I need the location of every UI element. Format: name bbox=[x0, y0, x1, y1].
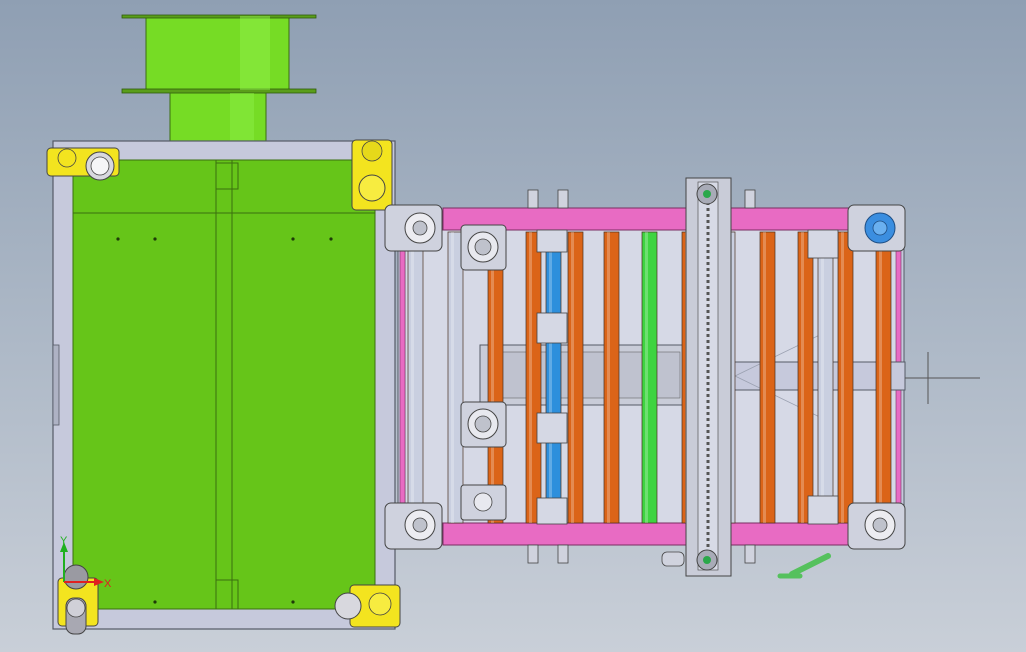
machine-drawing: Y X bbox=[46, 14, 980, 635]
roller-highlight bbox=[529, 232, 532, 523]
roller-orange bbox=[487, 231, 504, 524]
roller-gray bbox=[817, 231, 834, 524]
roller-orange bbox=[759, 231, 776, 524]
roller-orange bbox=[797, 231, 814, 524]
roller-orange bbox=[875, 231, 892, 524]
roller-highlight bbox=[841, 232, 844, 523]
roller-highlight bbox=[879, 232, 882, 523]
roller-gray bbox=[407, 231, 424, 524]
roller-highlight bbox=[821, 232, 824, 523]
roller-green bbox=[641, 231, 658, 524]
roller-gray bbox=[447, 231, 464, 524]
roller-orange bbox=[525, 231, 542, 524]
roller-orange bbox=[837, 231, 854, 524]
axis-x-label: X bbox=[104, 578, 112, 590]
hand-crank-handle bbox=[777, 553, 831, 579]
roller-highlight bbox=[549, 232, 552, 523]
chain-conveyor-column bbox=[685, 177, 732, 577]
roller-blue bbox=[545, 231, 562, 524]
cad-viewport[interactable]: Y X bbox=[0, 0, 1026, 652]
cable-reel bbox=[121, 14, 317, 142]
roller-highlight bbox=[763, 232, 766, 523]
roller-highlight bbox=[411, 232, 414, 523]
roller-highlight bbox=[451, 232, 454, 523]
roller-highlight bbox=[607, 232, 610, 523]
roller-conveyor bbox=[384, 177, 980, 579]
axis-y-label: Y bbox=[60, 535, 68, 547]
roller-orange bbox=[603, 231, 620, 524]
caster-top-right bbox=[351, 139, 393, 211]
roller-highlight bbox=[645, 232, 648, 523]
roller-highlight bbox=[571, 232, 574, 523]
roller-highlight bbox=[491, 232, 494, 523]
roller-highlight bbox=[801, 232, 804, 523]
green-cabinet bbox=[52, 140, 396, 630]
roller-orange bbox=[567, 231, 584, 524]
caster-top-left bbox=[46, 147, 120, 181]
